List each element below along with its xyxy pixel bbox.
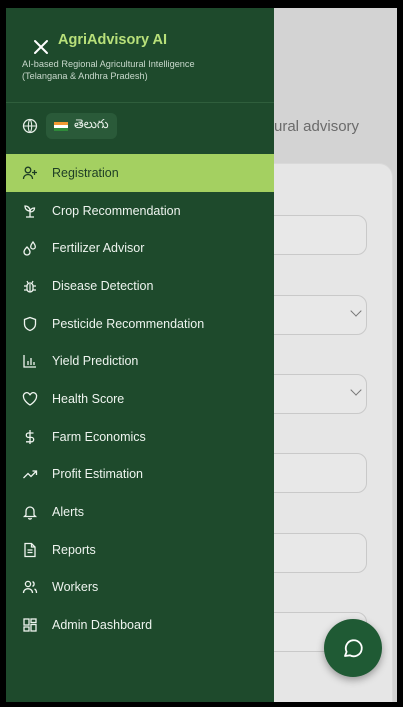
form-input[interactable]: [261, 533, 367, 573]
close-icon: [34, 40, 48, 54]
menu-item-health-score[interactable]: Health Score: [6, 380, 274, 418]
menu-item-reports[interactable]: Reports: [6, 531, 274, 569]
menu-item-label: Health Score: [52, 391, 125, 406]
droplets-icon: [22, 240, 38, 256]
bar-chart-icon: [22, 353, 38, 369]
menu-item-label: Crop Recommendation: [52, 203, 181, 218]
form-input[interactable]: [261, 215, 367, 255]
menu-item-label: Disease Detection: [52, 278, 154, 293]
users-icon: [22, 579, 38, 595]
menu-item-label: Yield Prediction: [52, 354, 139, 369]
message-circle-icon: [344, 639, 363, 658]
app-subtitle-line2: (Telangana & Andhra Pradesh): [22, 71, 148, 81]
app-subtitle: AI-based Regional Agricultural Intellige…: [22, 58, 267, 82]
menu-item-profit-estimation[interactable]: Profit Estimation: [6, 456, 274, 494]
menu-item-registration[interactable]: Registration: [6, 154, 274, 192]
sprout-icon: [22, 203, 38, 219]
app-title: AgriAdvisory AI: [58, 32, 168, 48]
menu-item-farm-economics[interactable]: Farm Economics: [6, 418, 274, 456]
menu-item-label: Profit Estimation: [52, 467, 144, 482]
menu-item-crop-recommendation[interactable]: Crop Recommendation: [6, 192, 274, 230]
language-selector[interactable]: తెలుగు: [46, 113, 117, 139]
menu-item-label: Workers: [52, 580, 99, 595]
dollar-icon: [22, 429, 38, 445]
menu-item-label: Farm Economics: [52, 429, 146, 444]
trending-up-icon: [22, 466, 38, 482]
navigation-drawer: AgriAdvisory AI AI-based Regional Agricu…: [6, 8, 274, 702]
menu-item-label: Admin Dashboard: [52, 618, 153, 633]
menu-item-alerts[interactable]: Alerts: [6, 493, 274, 531]
language-label: తెలుగు: [74, 117, 109, 131]
menu-item-yield-prediction[interactable]: Yield Prediction: [6, 342, 274, 380]
user-plus-icon: [22, 165, 38, 181]
drawer-header: AgriAdvisory AI AI-based Regional Agricu…: [6, 8, 274, 103]
menu-item-label: Pesticide Recommendation: [52, 316, 205, 331]
app-subtitle-line1: AI-based Regional Agricultural Intellige…: [22, 59, 195, 69]
shield-icon: [22, 316, 38, 332]
close-button[interactable]: [32, 38, 50, 56]
form-select[interactable]: [261, 295, 367, 335]
menu-item-disease-detection[interactable]: Disease Detection: [6, 267, 274, 305]
menu-item-label: Alerts: [52, 505, 84, 520]
menu-item-label: Registration: [52, 165, 119, 180]
bug-icon: [22, 278, 38, 294]
page-subtitle: ural advisory: [274, 118, 360, 135]
chevron-down-icon: [350, 305, 362, 317]
form-select[interactable]: [261, 374, 367, 414]
drawer-menu: Registration Crop Recommendation Fertili…: [6, 154, 274, 644]
chevron-down-icon: [350, 384, 362, 396]
menu-item-fertilizer-advisor[interactable]: Fertilizer Advisor: [6, 229, 274, 267]
dashboard-icon: [22, 617, 38, 633]
menu-item-admin-dashboard[interactable]: Admin Dashboard: [6, 606, 274, 644]
menu-item-label: Fertilizer Advisor: [52, 241, 145, 256]
menu-item-workers[interactable]: Workers: [6, 569, 274, 607]
menu-item-label: Reports: [52, 542, 96, 557]
bell-icon: [22, 504, 38, 520]
screen: ural advisory AgriAdvisory AI AI-based R…: [6, 8, 397, 702]
heart-icon: [22, 391, 38, 407]
globe-icon: [22, 118, 38, 134]
form-input[interactable]: [261, 453, 367, 493]
chat-button[interactable]: [324, 619, 382, 677]
file-text-icon: [22, 542, 38, 558]
india-flag-icon: [54, 121, 68, 131]
language-row: తెలుగు: [6, 102, 274, 152]
menu-item-pesticide-recommendation[interactable]: Pesticide Recommendation: [6, 305, 274, 343]
